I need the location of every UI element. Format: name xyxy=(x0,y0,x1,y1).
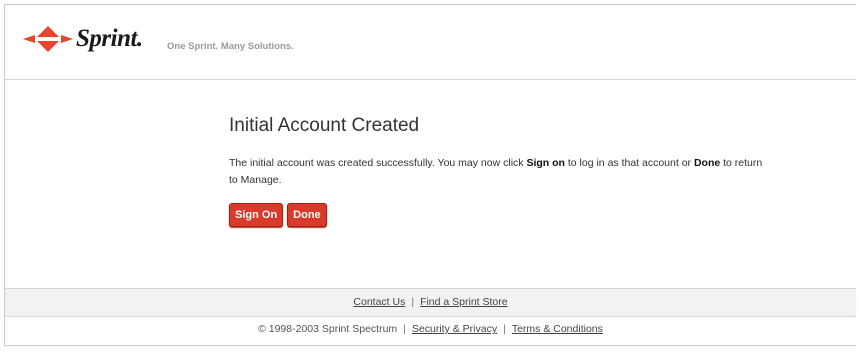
message-text: to log in as that account or xyxy=(564,157,694,169)
sprint-logo-text: Sprint. xyxy=(76,25,143,52)
page-title: Initial Account Created xyxy=(229,115,420,136)
footer-links: Contact Us | Find a Sprint Store xyxy=(5,288,856,317)
button-row: Sign On Done xyxy=(229,203,769,227)
page-frame: Sprint. One Sprint. Many Solutions. Init… xyxy=(4,4,856,346)
separator: | xyxy=(503,323,506,335)
terms-conditions-link[interactable]: Terms & Conditions xyxy=(512,323,603,335)
contact-us-link[interactable]: Contact Us xyxy=(353,296,405,308)
done-keyword: Done xyxy=(693,157,721,169)
sign-on-keyword: Sign on xyxy=(526,157,565,169)
main-content: Initial Account Created The initial acco… xyxy=(229,115,769,227)
separator: | xyxy=(403,323,406,335)
done-button[interactable]: Done xyxy=(287,203,327,227)
sign-on-button[interactable]: Sign On xyxy=(229,203,284,227)
status-message: The initial account was created successf… xyxy=(229,155,769,189)
footer-legal: © 1998-2003 Sprint Spectrum | Security & P… xyxy=(5,323,856,335)
sprint-diamond-icon xyxy=(23,26,73,52)
message-text: The initial account was created successf… xyxy=(229,157,527,169)
find-store-link[interactable]: Find a Sprint Store xyxy=(420,296,508,308)
separator: | xyxy=(411,296,415,308)
security-privacy-link[interactable]: Security & Privacy xyxy=(412,323,497,335)
copyright-text: © 1998-2003 Sprint Spectrum xyxy=(258,323,398,335)
header: Sprint. One Sprint. Many Solutions. xyxy=(5,5,856,80)
tagline: One Sprint. Many Solutions. xyxy=(167,41,294,52)
